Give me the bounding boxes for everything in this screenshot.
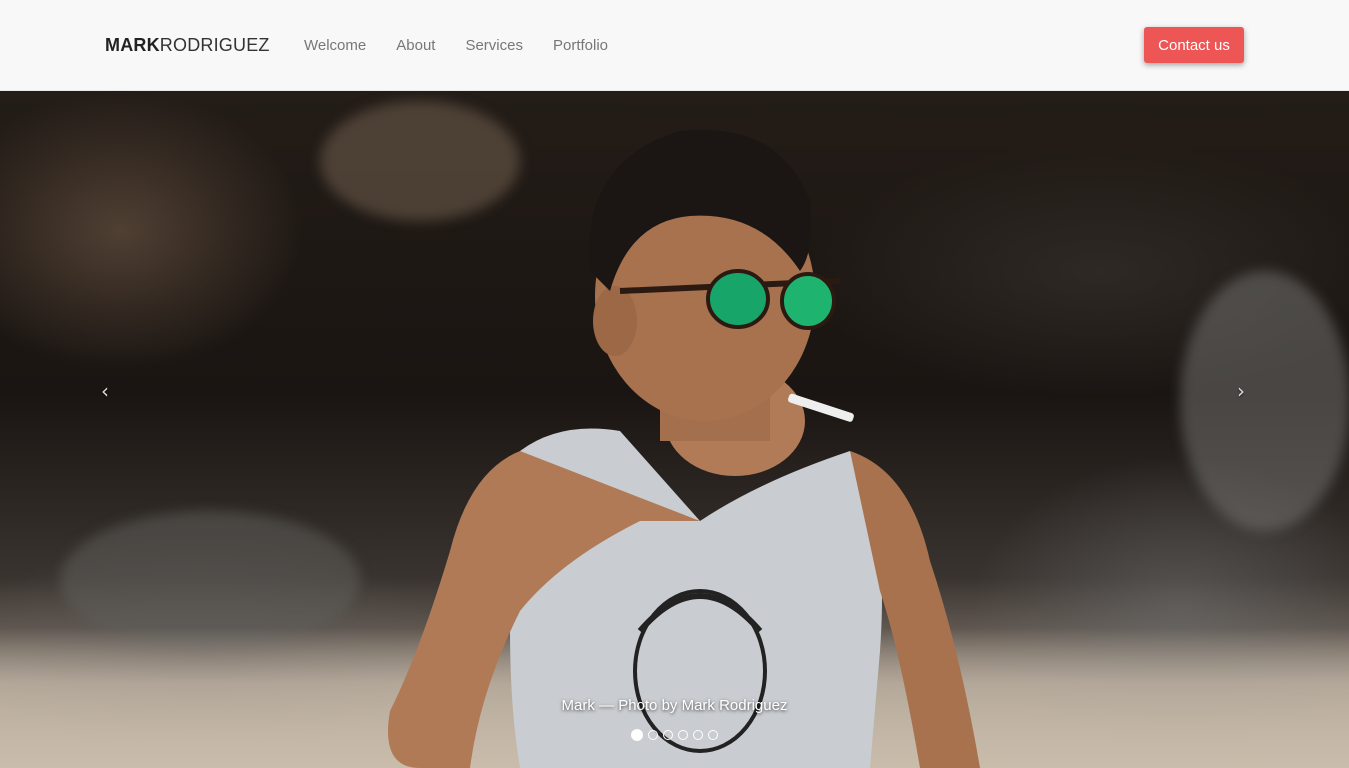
- carousel-caption: Mark — Photo by Mark Rodriguez: [561, 697, 788, 714]
- nav-item-about[interactable]: About: [396, 36, 435, 56]
- hero-photo-subject: [388, 129, 980, 768]
- brand-light: RODRIGUEZ: [159, 35, 270, 55]
- hero-carousel: ‹ › Mark — Photo by Mark Rodriguez: [0, 91, 1349, 768]
- carousel-indicator[interactable]: [678, 730, 688, 740]
- navbar: MARKRODRIGUEZ Welcome About Services Por…: [0, 0, 1349, 91]
- carousel-indicator[interactable]: [648, 730, 658, 740]
- nav-item-services[interactable]: Services: [465, 36, 523, 56]
- carousel-indicator[interactable]: [693, 730, 703, 740]
- carousel-indicator[interactable]: [708, 730, 718, 740]
- chevron-right-icon[interactable]: ›: [1237, 379, 1245, 403]
- carousel-indicator[interactable]: [663, 730, 673, 740]
- contact-us-button[interactable]: Contact us: [1144, 27, 1244, 63]
- carousel-indicator[interactable]: [631, 729, 643, 741]
- carousel-indicators: [0, 729, 1349, 741]
- nav-item-welcome[interactable]: Welcome: [304, 36, 366, 56]
- brand-logo[interactable]: MARKRODRIGUEZ: [105, 34, 270, 56]
- main-nav: Welcome About Services Portfolio: [304, 36, 638, 56]
- chevron-left-icon[interactable]: ‹: [101, 379, 109, 403]
- brand-bold: MARK: [105, 35, 160, 55]
- nav-item-portfolio[interactable]: Portfolio: [553, 36, 608, 56]
